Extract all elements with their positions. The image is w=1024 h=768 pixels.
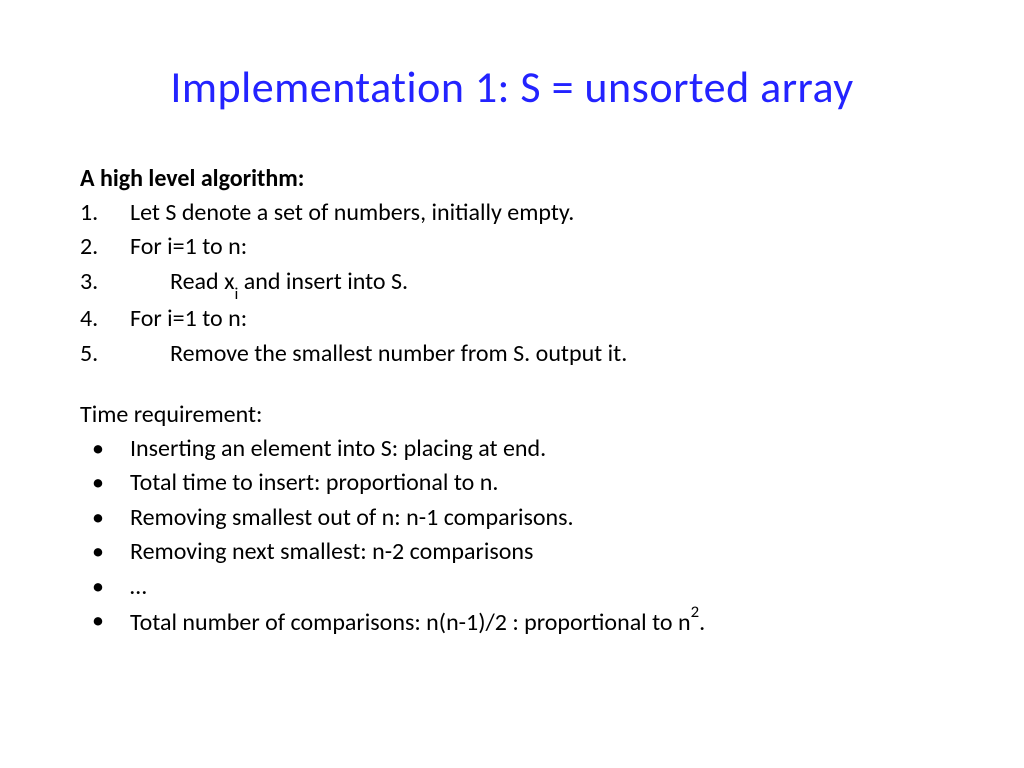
bullet-text: … [130,571,147,603]
subscript: i [234,283,238,304]
step-text: For i=1 to n: [130,231,247,263]
bullet-item: •Removing next smallest: n-2 comparisons [80,536,944,568]
time-requirement-label: Time requirement: [80,400,944,429]
bullet-marker: • [80,467,130,499]
algorithm-steps: 1.Let S denote a set of numbers, initial… [80,197,944,370]
step-number: 4. [80,303,130,335]
step-number: 1. [80,197,130,229]
algorithm-step: 5.Remove the smallest number from S. out… [80,338,944,370]
slide-title: Implementation 1: S = unsorted array [80,60,944,114]
step-number: 5. [80,338,130,370]
bullet-text: Removing next smallest: n-2 comparisons [130,536,533,568]
step-text: Let S denote a set of numbers, initially… [130,197,574,229]
algorithm-step: 4.For i=1 to n: [80,303,944,335]
step-text: For i=1 to n: [130,303,247,335]
algorithm-heading: A high level algorithm: [80,164,944,193]
bullet-item: •Removing smallest out of n: n-1 compari… [80,502,944,534]
step-number: 2. [80,231,130,263]
bullet-marker: • [80,571,130,603]
step-text: Read xi and insert into S. [130,266,408,301]
bullet-text: Inserting an element into S: placing at … [130,433,546,465]
bullet-text: Total time to insert: proportional to n. [130,467,498,499]
bullet-item: •Total time to insert: proportional to n… [80,467,944,499]
algorithm-step: 2.For i=1 to n: [80,231,944,263]
bullet-marker: • [80,605,130,639]
step-text: Remove the smallest number from S. outpu… [130,338,627,370]
bullet-marker: • [80,433,130,465]
bullet-item: •Total number of comparisons: n(n-1)/2 :… [80,605,944,639]
algorithm-step: 1.Let S denote a set of numbers, initial… [80,197,944,229]
algorithm-step: 3.Read xi and insert into S. [80,266,944,301]
bullet-item: •Inserting an element into S: placing at… [80,433,944,465]
bullet-item: •… [80,571,944,603]
time-requirement-bullets: •Inserting an element into S: placing at… [80,433,944,639]
bullet-text: Total number of comparisons: n(n-1)/2 : … [130,605,705,639]
bullet-marker: • [80,536,130,568]
step-number: 3. [80,266,130,301]
superscript: 2 [691,601,700,622]
bullet-text: Removing smallest out of n: n-1 comparis… [130,502,574,534]
bullet-marker: • [80,502,130,534]
